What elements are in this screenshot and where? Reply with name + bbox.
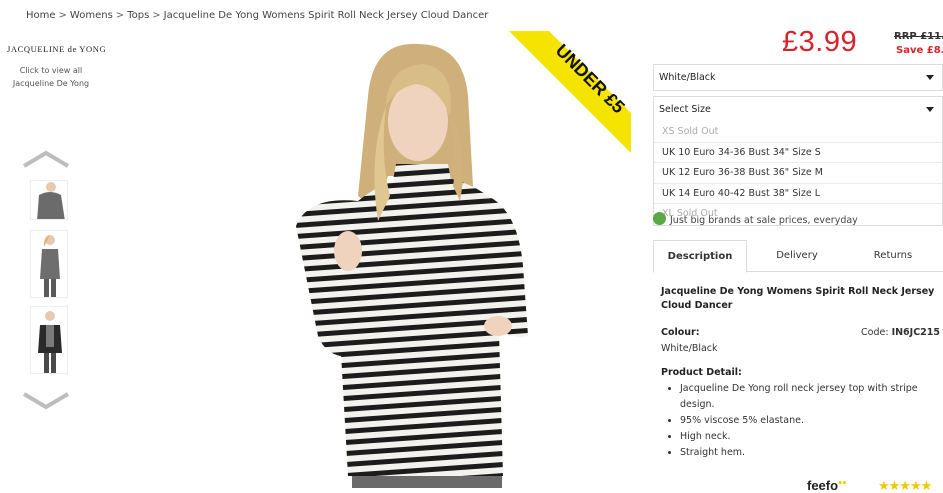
feefo-stars[interactable]: ★★★★★ — [878, 479, 932, 493]
size-option-s[interactable]: UK 10 Euro 34-36 Bust 34" Size S — [654, 143, 942, 163]
rrp-price: RRP £11.99 — [894, 31, 943, 42]
size-select[interactable]: Select Size — [653, 96, 943, 123]
thumbnail-up-arrow-icon[interactable] — [22, 150, 70, 168]
brand-logo[interactable]: JACQUELINE de YONG — [7, 44, 106, 54]
check-circle-icon — [653, 212, 666, 225]
feefo-mark-icon: ●● — [838, 479, 847, 487]
breadcrumb-separator: > — [152, 10, 161, 21]
size-dropdown-list: XS Sold Out UK 10 Euro 34-36 Bust 34" Si… — [653, 122, 943, 226]
feefo-logo-text: feefo — [807, 478, 839, 493]
code-label: Code: — [861, 327, 889, 338]
list-item: High neck. — [680, 429, 939, 445]
thumbnail-2[interactable] — [30, 230, 68, 298]
breadcrumb: Home > Womens > Tops > Jacqueline De Yong Wome… — [26, 10, 488, 21]
product-title: Jacqueline De Yong Womens Spirit Roll Ne… — [661, 286, 935, 311]
size-option-xs: XS Sold Out — [654, 122, 942, 143]
thumbnail-3-image — [31, 307, 67, 373]
breadcrumb-home[interactable]: Home — [26, 10, 56, 21]
promo-text: Just big brands at sale prices, everyday — [670, 215, 858, 226]
chevron-down-icon — [926, 75, 934, 80]
breadcrumb-current: Jacqueline De Yong Womens Spirit Roll Ne… — [163, 10, 489, 21]
breadcrumb-tops[interactable]: Tops — [127, 10, 149, 21]
tab-delivery[interactable]: Delivery — [753, 240, 841, 272]
product-code: Code: IN6JC215 — [861, 327, 940, 338]
code-value: IN6JC215 — [891, 327, 940, 338]
chevron-down-icon — [926, 107, 934, 112]
colour-select[interactable]: White/Black — [653, 64, 943, 91]
list-item: 95% viscose 5% elastane. — [680, 413, 939, 429]
under-5-banner: UNDER £5 — [509, 31, 631, 153]
brand-view-all-link[interactable]: Click to view all Jacqueline De Yong — [10, 64, 92, 90]
thumbnail-1-image — [31, 181, 67, 219]
list-item: Straight hem. — [680, 445, 939, 461]
product-detail-list: Jacqueline De Yong roll neck jersey top … — [667, 381, 939, 461]
size-option-l[interactable]: UK 14 Euro 40-42 Bust 38" Size L — [654, 184, 942, 204]
brand-link-line2: Jacqueline De Yong — [12, 79, 90, 88]
tab-returns[interactable]: Returns — [849, 240, 937, 272]
price: £3.99 — [782, 26, 858, 58]
breadcrumb-womens[interactable]: Womens — [70, 10, 113, 21]
colour-select-value: White/Black — [659, 72, 716, 83]
breadcrumb-separator: > — [115, 10, 125, 21]
product-tabs: Description Delivery Returns — [653, 240, 943, 273]
thumbnail-3[interactable] — [30, 306, 68, 374]
size-select-value: Select Size — [659, 104, 711, 115]
tab-description[interactable]: Description — [653, 240, 747, 273]
brand-link-line1: Click to view all — [19, 66, 83, 75]
breadcrumb-separator: > — [58, 10, 67, 21]
thumbnail-1[interactable] — [30, 180, 68, 220]
thumbnail-2-image — [31, 231, 67, 297]
colour-value: White/Black — [661, 343, 718, 354]
size-option-m[interactable]: UK 12 Euro 36-38 Bust 36" Size M — [654, 163, 942, 184]
colour-label: Colour: — [661, 327, 700, 338]
feefo-logo[interactable]: feefo●● — [807, 478, 847, 493]
save-amount: Save £8.00 — [896, 45, 943, 56]
thumbnail-down-arrow-icon[interactable] — [22, 392, 70, 410]
product-detail-label: Product Detail: — [661, 367, 742, 378]
list-item: Jacqueline De Yong roll neck jersey top … — [680, 381, 939, 413]
promo-line: Just big brands at sale prices, everyday — [653, 212, 858, 226]
